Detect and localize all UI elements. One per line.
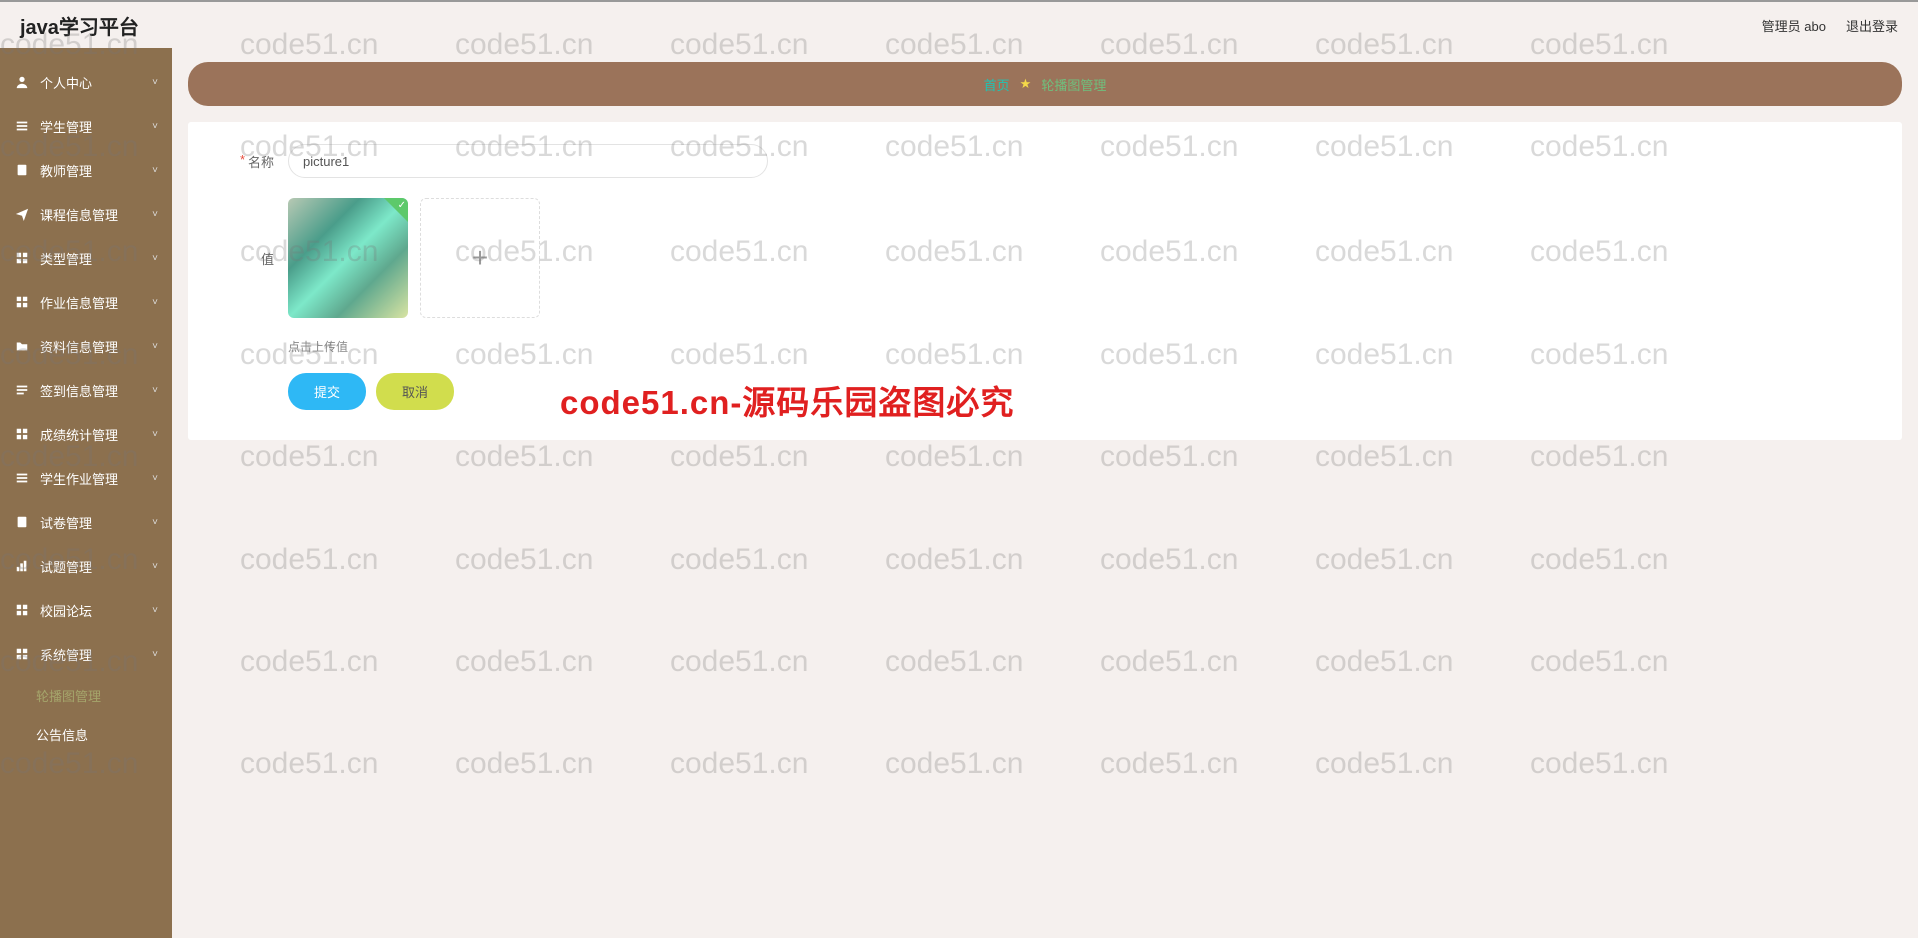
grid-icon: [14, 294, 30, 310]
sidebar-item-grades[interactable]: 成绩统计管理 ˅: [0, 412, 172, 456]
sidebar-item-student[interactable]: 学生管理 ˅: [0, 104, 172, 148]
chevron-down-icon: ˅: [152, 429, 158, 440]
name-input[interactable]: [288, 144, 768, 178]
bars-icon: [14, 382, 30, 398]
breadcrumb-current: 轮播图管理: [1041, 75, 1106, 94]
user-icon: [14, 74, 30, 90]
sidebar-item-label: 课程信息管理: [40, 205, 118, 224]
plus-icon: +: [472, 242, 488, 274]
chevron-down-icon: ˅: [152, 385, 158, 396]
grid-icon: [14, 426, 30, 442]
sidebar-item-course[interactable]: 课程信息管理 ˅: [0, 192, 172, 236]
sidebar-item-question[interactable]: 试题管理 ˅: [0, 544, 172, 588]
sidebar-item-label: 学生管理: [40, 117, 92, 136]
sidebar-item-homework[interactable]: 作业信息管理 ˅: [0, 280, 172, 324]
upload-add-button[interactable]: +: [420, 198, 540, 318]
doc-icon: [14, 514, 30, 530]
chart-icon: [14, 558, 30, 574]
chevron-down-icon: ˅: [152, 77, 158, 88]
chevron-down-icon: ˅: [152, 253, 158, 264]
list-icon: [14, 118, 30, 134]
top-bar: java学习平台 管理员 abo 退出登录: [0, 0, 1918, 48]
folder-icon: [14, 338, 30, 354]
name-label: 名称: [218, 144, 288, 171]
chevron-down-icon: ˅: [152, 517, 158, 528]
main-area: 首页 ★ 轮播图管理 名称 值 + 点击上传值: [172, 48, 1918, 938]
logout-link[interactable]: 退出登录: [1846, 16, 1898, 35]
value-label: 值: [218, 249, 288, 268]
sidebar-item-forum[interactable]: 校园论坛 ˅: [0, 588, 172, 632]
upload-area: +: [288, 198, 540, 318]
sidebar-item-label: 试卷管理: [40, 513, 92, 532]
sidebar-item-label: 成绩统计管理: [40, 425, 118, 444]
chevron-down-icon: ˅: [152, 561, 158, 572]
chevron-down-icon: ˅: [152, 297, 158, 308]
sidebar-item-label: 个人中心: [40, 73, 92, 92]
sidebar-item-label: 签到信息管理: [40, 381, 118, 400]
sidebar-item-material[interactable]: 资料信息管理 ˅: [0, 324, 172, 368]
chevron-down-icon: ˅: [152, 605, 158, 616]
sidebar-subitem-carousel[interactable]: 轮播图管理: [0, 676, 172, 715]
upload-hint: 点击上传值: [288, 338, 1872, 355]
app-title: java学习平台: [20, 11, 139, 40]
sidebar-item-label: 试题管理: [40, 557, 92, 576]
form-card: 名称 值 + 点击上传值 提交 取消: [188, 122, 1902, 440]
sidebar-item-label: 校园论坛: [40, 601, 92, 620]
check-icon: [384, 198, 408, 222]
sidebar-item-label: 作业信息管理: [40, 293, 118, 312]
sidebar-item-personal[interactable]: 个人中心 ˅: [0, 60, 172, 104]
sidebar-item-type[interactable]: 类型管理 ˅: [0, 236, 172, 280]
sidebar-item-label: 系统管理: [40, 645, 92, 664]
chevron-down-icon: ˅: [152, 473, 158, 484]
chevron-down-icon: ˅: [152, 165, 158, 176]
sidebar-item-teacher[interactable]: 教师管理 ˅: [0, 148, 172, 192]
form-row-value: 值 +: [218, 198, 1872, 318]
sidebar: 个人中心 ˅ 学生管理 ˅ 教师管理 ˅ 课程信息管理 ˅ 类型管理 ˅ 作业信…: [0, 48, 172, 938]
sidebar-subitem-notice[interactable]: 公告信息: [0, 715, 172, 754]
list-icon: [14, 470, 30, 486]
sidebar-item-label: 学生作业管理: [40, 469, 118, 488]
sidebar-item-system[interactable]: 系统管理 ˅: [0, 632, 172, 676]
sidebar-item-student-work[interactable]: 学生作业管理 ˅: [0, 456, 172, 500]
breadcrumb-home[interactable]: 首页: [984, 75, 1010, 94]
submit-button[interactable]: 提交: [288, 373, 366, 410]
form-row-name: 名称: [218, 144, 1872, 178]
doc-icon: [14, 162, 30, 178]
sidebar-item-label: 资料信息管理: [40, 337, 118, 356]
uploaded-thumbnail[interactable]: [288, 198, 408, 318]
grid-icon: [14, 602, 30, 618]
topbar-right: 管理员 abo 退出登录: [1762, 16, 1898, 35]
chevron-down-icon: ˅: [152, 649, 158, 660]
cancel-button[interactable]: 取消: [376, 373, 454, 410]
sidebar-item-signin[interactable]: 签到信息管理 ˅: [0, 368, 172, 412]
chevron-down-icon: ˅: [152, 121, 158, 132]
chevron-down-icon: ˅: [152, 341, 158, 352]
sidebar-item-label: 教师管理: [40, 161, 92, 180]
form-buttons: 提交 取消: [288, 373, 1872, 410]
grid-icon: [14, 250, 30, 266]
breadcrumb: 首页 ★ 轮播图管理: [188, 62, 1902, 106]
plane-icon: [14, 206, 30, 222]
admin-label[interactable]: 管理员 abo: [1762, 16, 1826, 35]
sidebar-item-paper[interactable]: 试卷管理 ˅: [0, 500, 172, 544]
sidebar-item-label: 类型管理: [40, 249, 92, 268]
chevron-down-icon: ˅: [152, 209, 158, 220]
star-icon: ★: [1020, 76, 1032, 92]
grid-icon: [14, 646, 30, 662]
